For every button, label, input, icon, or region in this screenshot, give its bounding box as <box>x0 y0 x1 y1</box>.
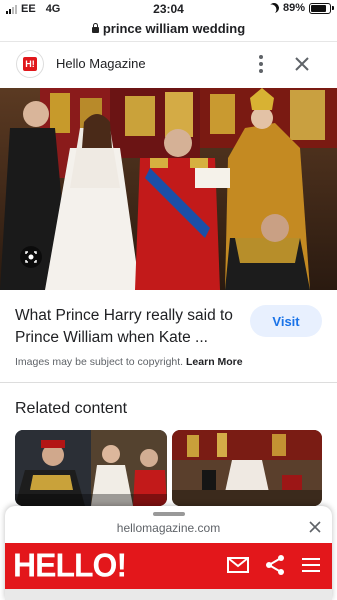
url-bar[interactable]: prince william wedding <box>0 18 337 38</box>
divider <box>0 382 337 383</box>
kebab-menu-icon[interactable] <box>258 55 264 73</box>
sheet-domain: hellomagazine.com <box>116 521 221 535</box>
search-query[interactable]: prince william wedding <box>103 21 245 36</box>
lens-icon[interactable] <box>20 246 42 268</box>
battery-percent: 89% <box>282 2 305 14</box>
logo-text: H! <box>23 57 37 71</box>
mail-icon[interactable] <box>227 556 249 574</box>
learn-more-link[interactable]: Learn More <box>186 356 243 368</box>
copyright-notice: Images may be subject to copyright. Lear… <box>15 356 243 368</box>
related-image-abbey <box>172 430 322 506</box>
battery-icon <box>309 2 334 14</box>
source-name[interactable]: Hello Magazine <box>56 56 146 71</box>
related-thumbnail[interactable] <box>15 430 167 506</box>
related-thumbnail[interactable] <box>172 430 322 506</box>
hello-brand[interactable]: HELLO! <box>13 546 127 585</box>
hello-header: HELLO! <box>5 543 332 589</box>
wedding-ceremony-image <box>0 88 337 290</box>
result-title[interactable]: What Prince Harry really said to Prince … <box>15 305 247 349</box>
hamburger-menu-icon[interactable] <box>302 557 320 573</box>
lock-icon <box>91 22 99 33</box>
related-heading: Related content <box>15 400 128 417</box>
bottom-sheet: hellomagazine.com HELLO! <box>5 506 332 600</box>
divider <box>0 41 337 42</box>
status-bar: EE 4G 23:04 89% <box>0 0 337 18</box>
hello-logo[interactable]: H! <box>16 50 44 78</box>
copyright-text: Images may be subject to copyright. <box>15 356 184 368</box>
share-icon[interactable] <box>264 554 286 576</box>
close-icon[interactable] <box>293 55 311 73</box>
close-icon[interactable] <box>308 520 322 534</box>
moon-icon <box>267 1 281 15</box>
visit-button[interactable]: Visit <box>250 305 322 337</box>
battery-fill <box>311 4 326 12</box>
related-image-royals <box>15 430 167 506</box>
status-right: 89% <box>267 1 334 15</box>
sheet-handle[interactable] <box>153 512 185 516</box>
content-strip <box>5 589 332 600</box>
source-header: H! Hello Magazine <box>0 46 337 84</box>
result-image[interactable] <box>0 88 337 290</box>
